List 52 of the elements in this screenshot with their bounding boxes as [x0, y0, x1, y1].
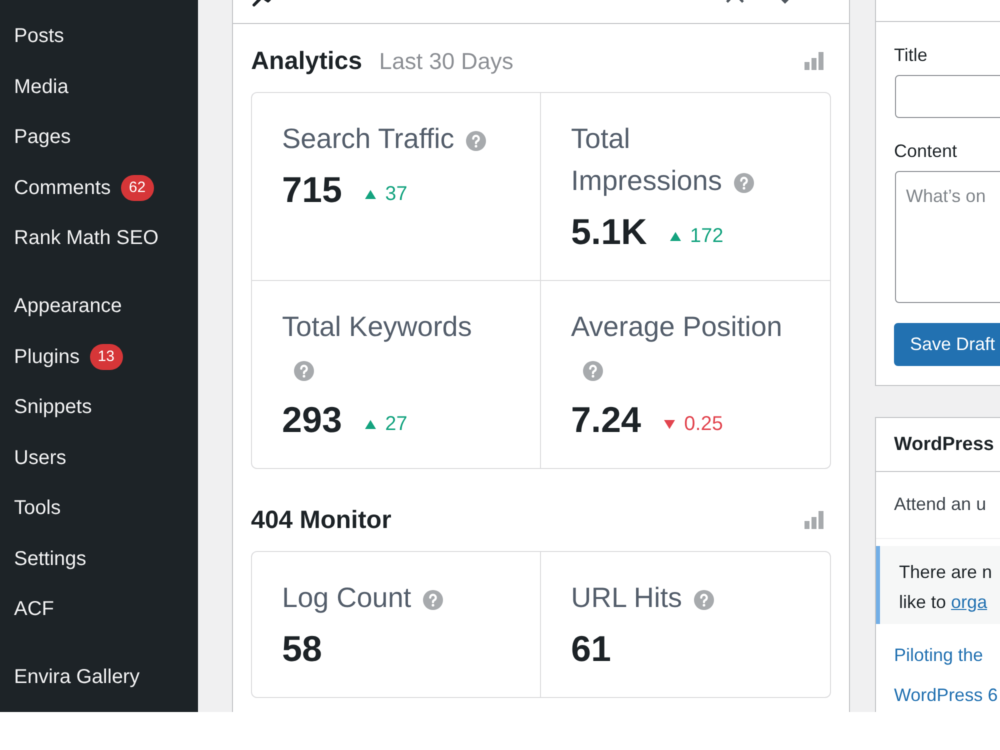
stat-value: 5.1K — [571, 210, 648, 254]
help-icon[interactable] — [694, 590, 714, 610]
bar-chart-icon[interactable] — [804, 52, 824, 70]
stat-label: Average Position — [571, 311, 782, 342]
sidebar-menu-item[interactable]: Appearance — [14, 294, 122, 318]
help-icon[interactable] — [466, 130, 486, 151]
trend-value: 172 — [690, 224, 724, 248]
count-badge: 13 — [90, 344, 123, 370]
stat-label: Search Traffic — [282, 123, 454, 154]
trend-value: 27 — [385, 412, 408, 436]
section-subtitle: Last 30 Days — [379, 48, 514, 74]
field-label: Title — [894, 44, 928, 67]
notice-text: There are n like to orga — [899, 561, 992, 614]
stat-label: Log Count — [282, 582, 412, 613]
help-icon[interactable] — [294, 360, 314, 381]
save-draft-button[interactable]: Save Draft — [894, 323, 1000, 366]
sidebar-menu-item[interactable]: Snippets — [14, 395, 92, 419]
trend-value: 37 — [385, 182, 408, 206]
events-intro-text: Attend an u — [894, 494, 986, 514]
panel-title: WordPress — [894, 434, 994, 456]
field-label: Content — [894, 140, 958, 163]
sidebar-menu-item[interactable]: Plugins — [14, 344, 80, 368]
sidebar-menu-item[interactable]: ACF — [14, 597, 54, 621]
stat-value: 58 — [282, 627, 322, 671]
news-link[interactable]: WordPress 6 — [894, 683, 998, 707]
section-title: 404 Monitor — [251, 506, 392, 534]
help-icon[interactable] — [423, 590, 444, 610]
sidebar-menu-item[interactable]: Envira Gallery — [14, 665, 140, 689]
inline-link[interactable]: orga — [951, 592, 988, 612]
trend-value: 0.25 — [684, 412, 724, 436]
stat-value: 715 — [282, 168, 342, 212]
section-title: Analytics — [251, 46, 362, 76]
help-icon[interactable] — [583, 360, 603, 381]
stat-value: 7.24 — [571, 398, 642, 442]
stat-value: 293 — [282, 398, 342, 442]
sidebar-menu-item[interactable]: Posts — [14, 24, 64, 48]
content-textarea-field[interactable]: What’s on — [895, 171, 1000, 303]
sidebar-menu-item[interactable]: Media — [14, 74, 68, 98]
stat-label: Total Keywords — [282, 311, 472, 342]
help-icon[interactable] — [734, 172, 754, 193]
news-link[interactable]: Piloting the — [894, 643, 984, 667]
sidebar-menu-item[interactable]: Settings — [14, 546, 86, 570]
sidebar-menu-item[interactable]: Pages — [14, 125, 71, 149]
count-badge: 62 — [120, 174, 154, 200]
sidebar-menu-item[interactable]: Users — [14, 446, 66, 470]
stat-value: 61 — [571, 627, 612, 671]
stat-label: URL Hits — [571, 582, 682, 613]
stat-label: Total Impressions — [571, 123, 722, 196]
sidebar-menu-item[interactable]: Comments — [14, 176, 111, 200]
sidebar-menu-item[interactable]: Rank Math SEO — [14, 226, 159, 250]
bar-chart-icon[interactable] — [804, 511, 824, 529]
sidebar-menu-item[interactable]: Tools — [14, 496, 61, 520]
